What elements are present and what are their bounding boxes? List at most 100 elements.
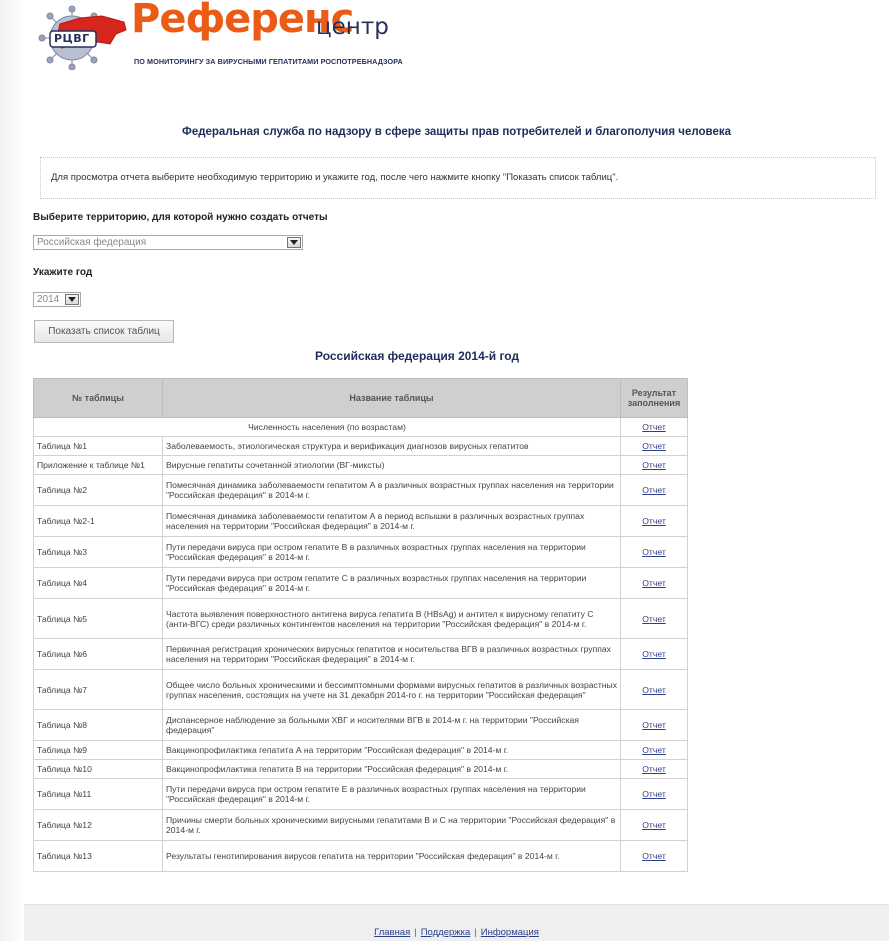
report-cell: Отчет: [620, 436, 688, 456]
table-row: Таблица №5 Частота выявления поверхностно…: [33, 598, 688, 639]
table-row: Таблица №9 Вакцинопрофилактика гепатита А…: [33, 740, 688, 760]
table-row: Таблица №13 Результаты генотипирования ви…: [33, 840, 688, 872]
report-link[interactable]: Отчет: [642, 649, 666, 659]
report-cell: Отчет: [620, 809, 688, 841]
show-tables-button[interactable]: Показать список таблиц: [34, 320, 174, 343]
table-number-cell: Таблица №9: [33, 740, 163, 760]
table-number-cell: Таблица №7: [33, 669, 163, 710]
table-number-cell: Таблица №4: [33, 567, 163, 599]
footer-separator: |: [474, 927, 477, 938]
table-name-cell: Пути передачи вируса при остром гепатите…: [162, 567, 621, 599]
table-name-cell: Частота выявления поверхностного антиген…: [162, 598, 621, 639]
report-link[interactable]: Отчет: [642, 485, 666, 495]
population-row-label: Численность населения (по возрастам): [33, 417, 621, 437]
footer-separator: |: [414, 927, 417, 938]
report-cell: Отчет: [620, 417, 688, 437]
table-number-cell: Таблица №5: [33, 598, 163, 639]
table-number-cell: Таблица №1: [33, 436, 163, 456]
report-cell: Отчет: [620, 455, 688, 475]
report-link[interactable]: Отчет: [642, 685, 666, 695]
instructions-box: Для просмотра отчета выберите необходиму…: [40, 157, 876, 199]
year-label: Укажите год: [33, 267, 93, 278]
instructions-text: Для просмотра отчета выберите необходиму…: [51, 172, 619, 183]
year-select[interactable]: 2014: [33, 292, 81, 307]
table-name-cell: Диспансерное наблюдение за больными ХВГ …: [162, 709, 621, 741]
year-select-value: 2014: [37, 294, 60, 305]
report-title: Российская федерация 2014-й год: [315, 349, 520, 363]
table-number-cell: Таблица №3: [33, 536, 163, 568]
table-name-cell: Общее число больных хроническими и бесси…: [162, 669, 621, 710]
table-number-cell: Таблица №2-1: [33, 505, 163, 537]
table-number-cell: Таблица №8: [33, 709, 163, 741]
table-row: Таблица №8 Диспансерное наблюдение за бол…: [33, 709, 688, 741]
table-row: Таблица №1 Заболеваемость, этиологическая…: [33, 436, 688, 456]
report-cell: Отчет: [620, 474, 688, 506]
column-header-name: Название таблицы: [162, 378, 621, 418]
table-name-cell: Помесячная динамика заболеваемости гепат…: [162, 474, 621, 506]
territory-select-value: Российская федерация: [37, 237, 147, 248]
report-link[interactable]: Отчет: [642, 614, 666, 624]
logo-emblem[interactable]: РЦВГ: [32, 4, 128, 74]
report-cell: Отчет: [620, 759, 688, 779]
table-name-cell: Помесячная динамика заболеваемости гепат…: [162, 505, 621, 537]
footer: Главная | Поддержка | Информация: [24, 904, 889, 941]
report-link[interactable]: Отчет: [642, 460, 666, 470]
territory-label: Выберите территорию, для которой нужно с…: [33, 212, 328, 223]
table-row: Приложение к таблице №1 Вирусные гепатиты…: [33, 455, 688, 475]
territory-select[interactable]: Российская федерация: [33, 235, 303, 250]
table-header-row: № таблицы Название таблицы Результат зап…: [33, 378, 688, 418]
report-cell: Отчет: [620, 598, 688, 639]
report-link[interactable]: Отчет: [642, 516, 666, 526]
report-link[interactable]: Отчет: [642, 851, 666, 861]
report-cell: Отчет: [620, 638, 688, 670]
table-name-cell: Заболеваемость, этиологическая структура…: [162, 436, 621, 456]
report-link[interactable]: Отчет: [642, 720, 666, 730]
table-number-cell: Таблица №13: [33, 840, 163, 872]
population-row: Численность населения (по возрастам) Отч…: [33, 417, 688, 437]
table-name-cell: Вирусные гепатиты сочетанной этиологии (…: [162, 455, 621, 475]
report-link[interactable]: Отчет: [642, 547, 666, 557]
report-cell: Отчет: [620, 709, 688, 741]
report-cell: Отчет: [620, 536, 688, 568]
report-link[interactable]: Отчет: [642, 422, 666, 432]
report-cell: Отчет: [620, 669, 688, 710]
table-row: Таблица №2 Помесячная динамика заболеваем…: [33, 474, 688, 506]
table-body: Численность населения (по возрастам) Отч…: [33, 417, 688, 872]
table-number-cell: Таблица №2: [33, 474, 163, 506]
report-cell: Отчет: [620, 567, 688, 599]
report-link[interactable]: Отчет: [642, 745, 666, 755]
footer-link-support[interactable]: Поддержка: [421, 927, 471, 938]
logo-text: РЦВГ: [54, 32, 90, 45]
table-name-cell: Пути передачи вируса при остром гепатите…: [162, 778, 621, 810]
report-cell: Отчет: [620, 840, 688, 872]
table-number-cell: Приложение к таблице №1: [33, 455, 163, 475]
report-link[interactable]: Отчет: [642, 789, 666, 799]
report-link[interactable]: Отчет: [642, 441, 666, 451]
table-row: Таблица №12 Причины смерти больных хронич…: [33, 809, 688, 841]
footer-links: Главная | Поддержка | Информация: [24, 927, 889, 938]
left-shadow: [0, 0, 24, 941]
site-header: РЦВГ Референс центр ПО МОНИТОРИНГУ ЗА ВИ…: [24, 0, 889, 82]
table-row: Таблица №2-1 Помесячная динамика заболева…: [33, 505, 688, 537]
table-number-cell: Таблица №11: [33, 778, 163, 810]
table-name-cell: Вакцинопрофилактика гепатита В на террит…: [162, 759, 621, 779]
report-cell: Отчет: [620, 505, 688, 537]
table-row: Таблица №6 Первичная регистрация хроничес…: [33, 638, 688, 670]
chevron-down-icon[interactable]: [65, 294, 79, 305]
report-link[interactable]: Отчет: [642, 764, 666, 774]
report-cell: Отчет: [620, 740, 688, 760]
chevron-down-icon[interactable]: [287, 237, 301, 248]
table-name-cell: Пути передачи вируса при остром гепатите…: [162, 536, 621, 568]
report-link[interactable]: Отчет: [642, 820, 666, 830]
report-cell: Отчет: [620, 778, 688, 810]
table-row: Таблица №4 Пути передачи вируса при остро…: [33, 567, 688, 599]
table-number-cell: Таблица №10: [33, 759, 163, 779]
brand-subtitle: ПО МОНИТОРИНГУ ЗА ВИРУСНЫМИ ГЕПАТИТАМИ Р…: [134, 57, 403, 66]
table-row: Таблица №7 Общее число больных хронически…: [33, 669, 688, 710]
brand-suffix: центр: [316, 14, 389, 40]
table-name-cell: Вакцинопрофилактика гепатита А на террит…: [162, 740, 621, 760]
report-link[interactable]: Отчет: [642, 578, 666, 588]
table-row: Таблица №11 Пути передачи вируса при остр…: [33, 778, 688, 810]
footer-link-info[interactable]: Информация: [481, 927, 539, 938]
footer-link-home[interactable]: Главная: [374, 927, 410, 938]
